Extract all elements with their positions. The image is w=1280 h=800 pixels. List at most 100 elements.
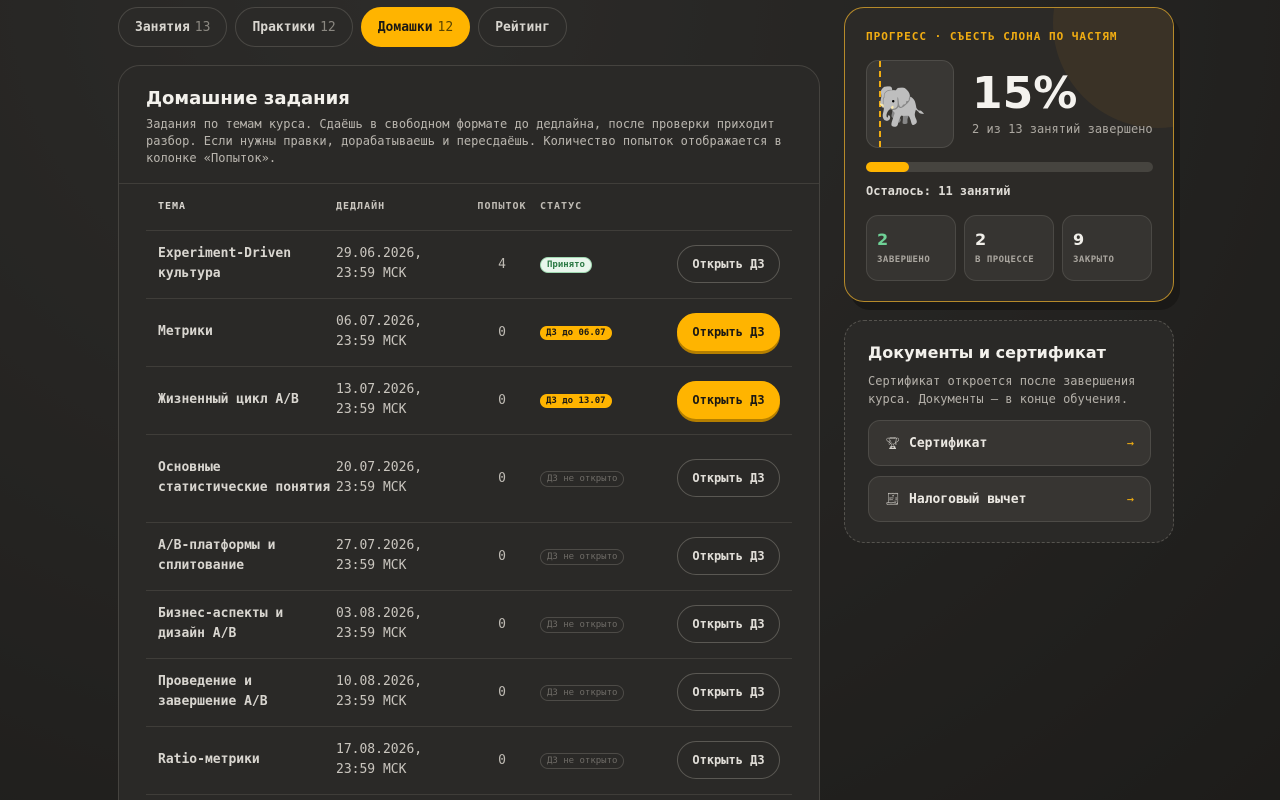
documents-title: Документы и сертификат [868, 343, 1106, 362]
row-action-cell: Открыть ДЗ [652, 590, 792, 659]
tab-practices[interactable]: Практики 12 [235, 7, 353, 47]
arrow-right-icon: → [1126, 436, 1134, 450]
open-homework-button[interactable]: Открыть ДЗ [677, 381, 780, 419]
stat-value: 2 [877, 230, 889, 249]
row-topic: Ratio-метрики [146, 726, 336, 795]
open-homework-button[interactable]: Открыть ДЗ [677, 313, 780, 351]
row-topic: Метрики [146, 298, 336, 367]
row-attempts: 0 [464, 298, 540, 367]
tab-homework[interactable]: Домашки 12 [360, 7, 471, 47]
table-row: A/B-платформы и сплитование 27.07.2026, 2… [146, 522, 792, 591]
stat-value: 9 [1073, 230, 1085, 249]
row-deadline: 17.08.2026, 23:59 МСК [336, 726, 464, 795]
row-status-cell: ДЗ до 13.07 [540, 366, 652, 435]
open-homework-button[interactable]: Открыть ДЗ [677, 673, 780, 711]
row-action-cell: Открыть ДЗ [652, 298, 792, 367]
row-status-cell: ДЗ не открыто [540, 522, 652, 591]
row-status-cell: ДЗ не открыто [540, 590, 652, 659]
tab-label: Домашки [377, 19, 433, 35]
tax-deduction-label: Налоговый вычет [909, 491, 1027, 507]
certificate-button[interactable]: 🏆︎ Сертификат → [868, 420, 1151, 466]
table-row: Experiment-Driven культура 29.06.2026, 23… [146, 230, 792, 299]
status-badge: ДЗ не открыто [540, 752, 625, 769]
row-deadline: 27.07.2026, 23:59 МСК [336, 522, 464, 591]
open-homework-button[interactable]: Открыть ДЗ [677, 537, 780, 575]
status-badge: ДЗ не открыто [540, 616, 625, 633]
row-deadline: 13.07.2026, 23:59 МСК [336, 366, 464, 435]
status-badge: ДЗ до 13.07 [540, 394, 612, 408]
row-attempts: 0 [464, 658, 540, 727]
table-row: Проведение и завершение A/B 10.08.2026, 2… [146, 658, 792, 727]
progress-subtitle: 2 из 13 занятий завершено [972, 122, 1153, 136]
row-deadline: 03.08.2026, 23:59 МСК [336, 590, 464, 659]
homework-table: ТЕМА ДЕДЛАЙН ПОПЫТОК СТАТУС Experiment-D… [146, 184, 792, 795]
stat-closed: 9 ЗАКРЫТО [1062, 215, 1152, 281]
progress-bar-fill [866, 162, 910, 172]
tab-lessons[interactable]: Занятия 13 [118, 7, 228, 47]
documents-card: Документы и сертификат Сертификат открое… [844, 320, 1174, 543]
arrow-right-icon: → [1126, 492, 1134, 506]
row-attempts: 0 [464, 726, 540, 795]
certificate-label: Сертификат [909, 435, 988, 451]
row-attempts: 4 [464, 230, 540, 299]
row-deadline: 20.07.2026, 23:59 МСК [336, 434, 464, 523]
stat-label: В ПРОЦЕССЕ [975, 255, 1035, 265]
row-topic: Проведение и завершение A/B [146, 658, 336, 727]
row-attempts: 0 [464, 522, 540, 591]
stat-value: 2 [975, 230, 987, 249]
elephant-illustration: 🐘 [866, 60, 954, 148]
progress-card: ПРОГРЕСС · СЪЕСТЬ СЛОНА ПО ЧАСТЯМ 🐘 15% … [844, 7, 1174, 302]
homework-card: Домашние задания Задания по темам курса.… [118, 65, 820, 800]
tax-deduction-button[interactable]: 🧾︎ Налоговый вычет → [868, 476, 1151, 522]
column-topic: ТЕМА [146, 184, 336, 231]
stat-in-progress: 2 В ПРОЦЕССЕ [964, 215, 1054, 281]
homework-rows: Experiment-Driven культура 29.06.2026, 23… [146, 230, 792, 795]
stat-completed: 2 ЗАВЕРШЕНО [866, 215, 956, 281]
tab-rating[interactable]: Рейтинг [478, 7, 567, 47]
open-homework-button[interactable]: Открыть ДЗ [677, 245, 780, 283]
column-action [652, 184, 792, 231]
row-action-cell: Открыть ДЗ [652, 434, 792, 523]
open-homework-button[interactable]: Открыть ДЗ [677, 459, 780, 497]
table-row: Бизнес-аспекты и дизайн A/B 03.08.2026, 2… [146, 590, 792, 659]
open-homework-button[interactable]: Открыть ДЗ [677, 605, 780, 643]
row-action-cell: Открыть ДЗ [652, 522, 792, 591]
homework-header: Домашние задания Задания по темам курса.… [119, 66, 819, 184]
row-action-cell: Открыть ДЗ [652, 366, 792, 435]
row-topic: Бизнес-аспекты и дизайн A/B [146, 590, 336, 659]
tab-label: Рейтинг [495, 19, 550, 35]
row-topic: A/B-платформы и сплитование [146, 522, 336, 591]
stat-label: ЗАКРЫТО [1073, 255, 1115, 265]
row-action-cell: Открыть ДЗ [652, 230, 792, 299]
row-attempts: 0 [464, 434, 540, 523]
row-attempts: 0 [464, 366, 540, 435]
table-header-row: ТЕМА ДЕДЛАЙН ПОПЫТОК СТАТУС [146, 184, 792, 231]
remaining-lessons: Осталось: 11 занятий [866, 184, 1011, 198]
row-topic: Основные статистические понятия [146, 434, 336, 523]
status-badge: Принято [540, 256, 592, 273]
tab-count: 12 [437, 19, 454, 35]
status-badge: ДЗ до 06.07 [540, 326, 612, 340]
open-homework-button[interactable]: Открыть ДЗ [677, 741, 780, 779]
tab-count: 12 [320, 19, 336, 35]
column-status: СТАТУС [540, 184, 652, 231]
status-badge: ДЗ не открыто [540, 470, 625, 487]
status-badge: ДЗ не открыто [540, 548, 625, 565]
row-status-cell: Принято [540, 230, 652, 299]
stat-label: ЗАВЕРШЕНО [877, 255, 931, 265]
row-topic: Experiment-Driven культура [146, 230, 336, 299]
homework-description: Задания по темам курса. Сдаёшь в свободн… [146, 117, 782, 165]
status-badge: ДЗ не открыто [540, 684, 625, 701]
row-deadline: 06.07.2026, 23:59 МСК [336, 298, 464, 367]
table-row: Ratio-метрики 17.08.2026, 23:59 МСК 0 ДЗ не… [146, 726, 792, 795]
tab-label: Практики [252, 19, 316, 35]
column-deadline: ДЕДЛАЙН [336, 184, 464, 231]
elephant-icon: 🐘 [877, 84, 927, 130]
page-title: Домашние задания [146, 88, 350, 109]
row-deadline: 29.06.2026, 23:59 МСК [336, 230, 464, 299]
table-row: Метрики 06.07.2026, 23:59 МСК 0 ДЗ до 06.07… [146, 298, 792, 367]
row-deadline: 10.08.2026, 23:59 МСК [336, 658, 464, 727]
row-action-cell: Открыть ДЗ [652, 658, 792, 727]
row-action-cell: Открыть ДЗ [652, 726, 792, 795]
tab-bar: Занятия 13 Практики 12 Домашки 12 Рейтин… [118, 7, 567, 47]
